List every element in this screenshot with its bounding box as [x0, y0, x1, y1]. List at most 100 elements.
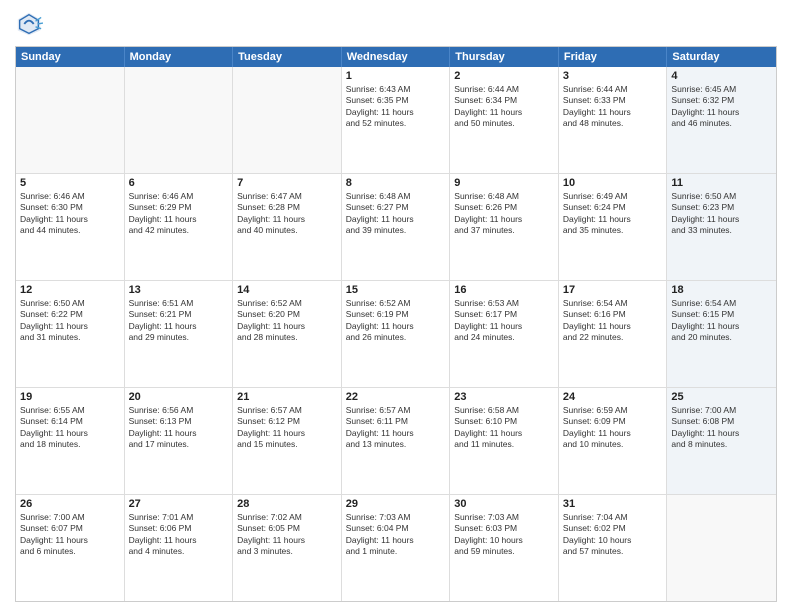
calendar-cell: 13Sunrise: 6:51 AM Sunset: 6:21 PM Dayli…: [125, 281, 234, 387]
cell-text: Sunrise: 7:00 AM Sunset: 6:07 PM Dayligh…: [20, 512, 120, 558]
cell-text: Sunrise: 6:46 AM Sunset: 6:30 PM Dayligh…: [20, 191, 120, 237]
day-number: 31: [563, 498, 663, 510]
page: SundayMondayTuesdayWednesdayThursdayFrid…: [0, 0, 792, 612]
calendar-cell: 27Sunrise: 7:01 AM Sunset: 6:06 PM Dayli…: [125, 495, 234, 601]
cell-text: Sunrise: 6:52 AM Sunset: 6:20 PM Dayligh…: [237, 298, 337, 344]
cal-header-cell: Saturday: [667, 47, 776, 67]
day-number: 20: [129, 391, 229, 403]
cell-text: Sunrise: 7:03 AM Sunset: 6:04 PM Dayligh…: [346, 512, 446, 558]
header: [15, 10, 777, 38]
cal-header-cell: Wednesday: [342, 47, 451, 67]
calendar-cell: 14Sunrise: 6:52 AM Sunset: 6:20 PM Dayli…: [233, 281, 342, 387]
calendar-cell: 1Sunrise: 6:43 AM Sunset: 6:35 PM Daylig…: [342, 67, 451, 173]
cell-text: Sunrise: 6:52 AM Sunset: 6:19 PM Dayligh…: [346, 298, 446, 344]
cal-header-cell: Sunday: [16, 47, 125, 67]
calendar-cell: 9 Sunrise: 6:48 AM Sunset: 6:26 PM Daylig…: [450, 174, 559, 280]
cell-text: Sunrise: 6:48 AM Sunset: 6:27 PM Dayligh…: [346, 191, 446, 237]
calendar-cell: 25 Sunrise: 7:00 AM Sunset: 6:08 PM Dayli…: [667, 388, 776, 494]
day-number: 4: [671, 70, 772, 82]
cal-header-cell: Friday: [559, 47, 668, 67]
day-number: 3: [563, 70, 663, 82]
cell-text: Sunrise: 6:53 AM Sunset: 6:17 PM Dayligh…: [454, 298, 554, 344]
logo-icon: [15, 10, 43, 38]
cell-text: Sunrise: 6:50 AM Sunset: 6:23 PM Dayligh…: [671, 191, 772, 237]
calendar-header: SundayMondayTuesdayWednesdayThursdayFrid…: [16, 47, 776, 67]
day-number: 8: [346, 177, 446, 189]
day-number: 9: [454, 177, 554, 189]
cell-text: Sunrise: 6:59 AM Sunset: 6:09 PM Dayligh…: [563, 405, 663, 451]
calendar-cell: 7Sunrise: 6:47 AM Sunset: 6:28 PM Daylig…: [233, 174, 342, 280]
calendar-cell: 29 Sunrise: 7:03 AM Sunset: 6:04 PM Dayli…: [342, 495, 451, 601]
calendar-cell: 21 Sunrise: 6:57 AM Sunset: 6:12 PM Dayli…: [233, 388, 342, 494]
calendar-cell: 5 Sunrise: 6:46 AM Sunset: 6:30 PM Daylig…: [16, 174, 125, 280]
cell-text: Sunrise: 6:50 AM Sunset: 6:22 PM Dayligh…: [20, 298, 120, 344]
calendar-cell: 24 Sunrise: 6:59 AM Sunset: 6:09 PM Dayli…: [559, 388, 668, 494]
day-number: 16: [454, 284, 554, 296]
calendar-cell: 20 Sunrise: 6:56 AM Sunset: 6:13 PM Dayli…: [125, 388, 234, 494]
calendar-cell: 6 Sunrise: 6:46 AM Sunset: 6:29 PM Daylig…: [125, 174, 234, 280]
cell-text: Sunrise: 6:48 AM Sunset: 6:26 PM Dayligh…: [454, 191, 554, 237]
calendar-row: 26 Sunrise: 7:00 AM Sunset: 6:07 PM Dayli…: [16, 495, 776, 601]
cell-text: Sunrise: 6:54 AM Sunset: 6:15 PM Dayligh…: [671, 298, 772, 344]
calendar-cell: 16 Sunrise: 6:53 AM Sunset: 6:17 PM Dayli…: [450, 281, 559, 387]
day-number: 24: [563, 391, 663, 403]
day-number: 29: [346, 498, 446, 510]
day-number: 6: [129, 177, 229, 189]
calendar-cell: [16, 67, 125, 173]
day-number: 1: [346, 70, 446, 82]
cell-text: Sunrise: 6:54 AM Sunset: 6:16 PM Dayligh…: [563, 298, 663, 344]
calendar-cell: 22Sunrise: 6:57 AM Sunset: 6:11 PM Dayli…: [342, 388, 451, 494]
calendar-body: 1Sunrise: 6:43 AM Sunset: 6:35 PM Daylig…: [16, 67, 776, 601]
logo: [15, 10, 47, 38]
calendar-cell: 30Sunrise: 7:03 AM Sunset: 6:03 PM Dayli…: [450, 495, 559, 601]
cell-text: Sunrise: 6:46 AM Sunset: 6:29 PM Dayligh…: [129, 191, 229, 237]
cell-text: Sunrise: 6:44 AM Sunset: 6:33 PM Dayligh…: [563, 84, 663, 130]
day-number: 22: [346, 391, 446, 403]
cal-header-cell: Monday: [125, 47, 234, 67]
calendar-cell: 10Sunrise: 6:49 AM Sunset: 6:24 PM Dayli…: [559, 174, 668, 280]
calendar-cell: [233, 67, 342, 173]
cell-text: Sunrise: 7:03 AM Sunset: 6:03 PM Dayligh…: [454, 512, 554, 558]
day-number: 11: [671, 177, 772, 189]
calendar-cell: 11 Sunrise: 6:50 AM Sunset: 6:23 PM Dayli…: [667, 174, 776, 280]
calendar-cell: [125, 67, 234, 173]
calendar-cell: 3 Sunrise: 6:44 AM Sunset: 6:33 PM Daylig…: [559, 67, 668, 173]
day-number: 5: [20, 177, 120, 189]
calendar-cell: 18 Sunrise: 6:54 AM Sunset: 6:15 PM Dayli…: [667, 281, 776, 387]
day-number: 18: [671, 284, 772, 296]
day-number: 13: [129, 284, 229, 296]
day-number: 25: [671, 391, 772, 403]
calendar-cell: 4 Sunrise: 6:45 AM Sunset: 6:32 PM Daylig…: [667, 67, 776, 173]
calendar-cell: 2 Sunrise: 6:44 AM Sunset: 6:34 PM Daylig…: [450, 67, 559, 173]
cell-text: Sunrise: 7:04 AM Sunset: 6:02 PM Dayligh…: [563, 512, 663, 558]
calendar-cell: 12 Sunrise: 6:50 AM Sunset: 6:22 PM Dayli…: [16, 281, 125, 387]
cell-text: Sunrise: 7:01 AM Sunset: 6:06 PM Dayligh…: [129, 512, 229, 558]
calendar: SundayMondayTuesdayWednesdayThursdayFrid…: [15, 46, 777, 602]
day-number: 10: [563, 177, 663, 189]
cell-text: Sunrise: 6:55 AM Sunset: 6:14 PM Dayligh…: [20, 405, 120, 451]
cal-header-cell: Tuesday: [233, 47, 342, 67]
calendar-cell: 23Sunrise: 6:58 AM Sunset: 6:10 PM Dayli…: [450, 388, 559, 494]
calendar-cell: 31 Sunrise: 7:04 AM Sunset: 6:02 PM Dayli…: [559, 495, 668, 601]
cell-text: Sunrise: 6:45 AM Sunset: 6:32 PM Dayligh…: [671, 84, 772, 130]
day-number: 21: [237, 391, 337, 403]
cal-header-cell: Thursday: [450, 47, 559, 67]
calendar-cell: 28Sunrise: 7:02 AM Sunset: 6:05 PM Dayli…: [233, 495, 342, 601]
day-number: 23: [454, 391, 554, 403]
calendar-cell: 8 Sunrise: 6:48 AM Sunset: 6:27 PM Daylig…: [342, 174, 451, 280]
day-number: 26: [20, 498, 120, 510]
cell-text: Sunrise: 6:44 AM Sunset: 6:34 PM Dayligh…: [454, 84, 554, 130]
calendar-cell: [667, 495, 776, 601]
calendar-cell: 15Sunrise: 6:52 AM Sunset: 6:19 PM Dayli…: [342, 281, 451, 387]
calendar-cell: 19Sunrise: 6:55 AM Sunset: 6:14 PM Dayli…: [16, 388, 125, 494]
cell-text: Sunrise: 6:57 AM Sunset: 6:12 PM Dayligh…: [237, 405, 337, 451]
day-number: 17: [563, 284, 663, 296]
day-number: 12: [20, 284, 120, 296]
cell-text: Sunrise: 7:00 AM Sunset: 6:08 PM Dayligh…: [671, 405, 772, 451]
calendar-row: 19Sunrise: 6:55 AM Sunset: 6:14 PM Dayli…: [16, 388, 776, 495]
day-number: 7: [237, 177, 337, 189]
day-number: 28: [237, 498, 337, 510]
day-number: 2: [454, 70, 554, 82]
calendar-cell: 17 Sunrise: 6:54 AM Sunset: 6:16 PM Dayli…: [559, 281, 668, 387]
cell-text: Sunrise: 6:56 AM Sunset: 6:13 PM Dayligh…: [129, 405, 229, 451]
